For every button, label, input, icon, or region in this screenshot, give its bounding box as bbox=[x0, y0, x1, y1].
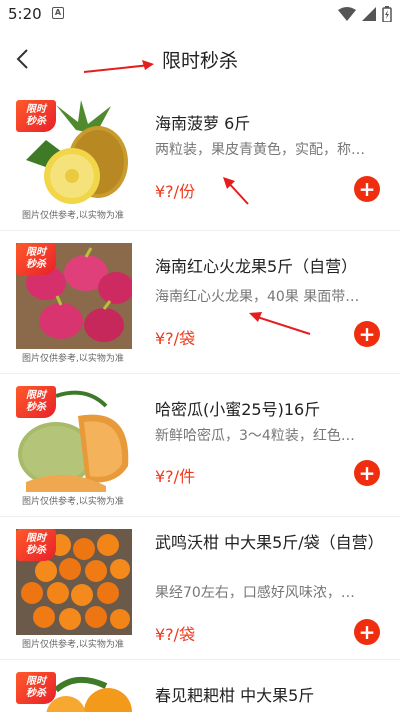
flash-sale-tag: 限时 秒杀 bbox=[16, 672, 56, 704]
signal-icon bbox=[362, 7, 376, 21]
product-list: 限时 秒杀 图片仅供参考,以实物为准 海南菠萝 6斤 两粒装，果皮青黄色，实配，称… bbox=[0, 88, 400, 712]
add-to-cart-button[interactable]: + bbox=[354, 321, 380, 347]
battery-icon bbox=[382, 6, 392, 22]
product-price: ¥?/袋 bbox=[155, 625, 196, 644]
product-item[interactable]: 限时 秒杀 图片仅供参考,以实物为准 哈密瓜(小蜜25号)16斤 新鲜哈密瓜，3～… bbox=[0, 374, 400, 517]
status-icons bbox=[338, 6, 392, 22]
product-image-mandarin[interactable]: 限时 秒杀 bbox=[16, 529, 132, 635]
product-desc: 果经70左右，口感好风味浓，… bbox=[155, 585, 355, 601]
product-item[interactable]: 限时 秒杀 图片仅供参考,以实物为准 武鸣沃柑 中大果5斤/袋（自营） 果经70左… bbox=[0, 517, 400, 660]
flash-sale-tag: 限时 秒杀 bbox=[16, 100, 56, 132]
status-time: 5:20 bbox=[8, 5, 42, 23]
flash-sale-tag: 限时 秒杀 bbox=[16, 243, 56, 275]
page-title: 限时秒杀 bbox=[161, 50, 238, 72]
product-name[interactable]: 武鸣沃柑 中大果5斤/袋（自营） bbox=[155, 531, 384, 555]
image-caption: 图片仅供参考,以实物为准 bbox=[22, 497, 124, 507]
plus-icon: + bbox=[358, 461, 376, 485]
header: 限时秒杀 bbox=[0, 28, 400, 90]
notification-icon: A bbox=[52, 7, 64, 19]
add-to-cart-button[interactable]: + bbox=[354, 176, 380, 202]
add-to-cart-button[interactable]: + bbox=[354, 460, 380, 486]
product-item[interactable]: 限时 秒杀 春见耙耙柑 中大果5斤 bbox=[0, 660, 400, 712]
product-item[interactable]: 限时 秒杀 图片仅供参考,以实物为准 海南红心火龙果5斤（自营） 海南红心火龙果，… bbox=[0, 231, 400, 374]
wifi-icon bbox=[338, 7, 356, 21]
product-image-pineapple[interactable]: 限时 秒杀 bbox=[16, 100, 132, 206]
product-price: ¥?/份 bbox=[155, 182, 196, 201]
product-price: ¥?/件 bbox=[155, 467, 196, 486]
image-caption: 图片仅供参考,以实物为准 bbox=[22, 640, 124, 650]
product-name[interactable]: 哈密瓜(小蜜25号)16斤 bbox=[155, 398, 380, 422]
product-price: ¥?/袋 bbox=[155, 329, 196, 348]
image-caption: 图片仅供参考,以实物为准 bbox=[22, 211, 124, 221]
product-name[interactable]: 海南红心火龙果5斤（自营） bbox=[155, 255, 380, 279]
flash-sale-tag: 限时 秒杀 bbox=[16, 529, 56, 561]
flash-sale-tag: 限时 秒杀 bbox=[16, 386, 56, 418]
plus-icon: + bbox=[358, 620, 376, 644]
product-image-orange[interactable]: 限时 秒杀 bbox=[16, 672, 132, 712]
image-caption: 图片仅供参考,以实物为准 bbox=[22, 354, 124, 364]
plus-icon: + bbox=[358, 177, 376, 201]
product-desc: 两粒装，果皮青黄色，实配，称… bbox=[155, 142, 365, 158]
product-desc: 海南红心火龙果，40果 果面带… bbox=[155, 289, 360, 305]
product-item[interactable]: 限时 秒杀 图片仅供参考,以实物为准 海南菠萝 6斤 两粒装，果皮青黄色，实配，称… bbox=[0, 88, 400, 231]
add-to-cart-button[interactable]: + bbox=[354, 619, 380, 645]
product-image-dragonfruit[interactable]: 限时 秒杀 bbox=[16, 243, 132, 349]
product-image-melon[interactable]: 限时 秒杀 bbox=[16, 386, 132, 492]
status-bar: 5:20 A bbox=[0, 0, 400, 28]
product-name[interactable]: 海南菠萝 6斤 bbox=[155, 112, 380, 136]
product-desc: 新鲜哈密瓜，3～4粒装，红色… bbox=[155, 428, 355, 444]
plus-icon: + bbox=[358, 322, 376, 346]
product-name[interactable]: 春见耙耙柑 中大果5斤 bbox=[155, 684, 380, 708]
